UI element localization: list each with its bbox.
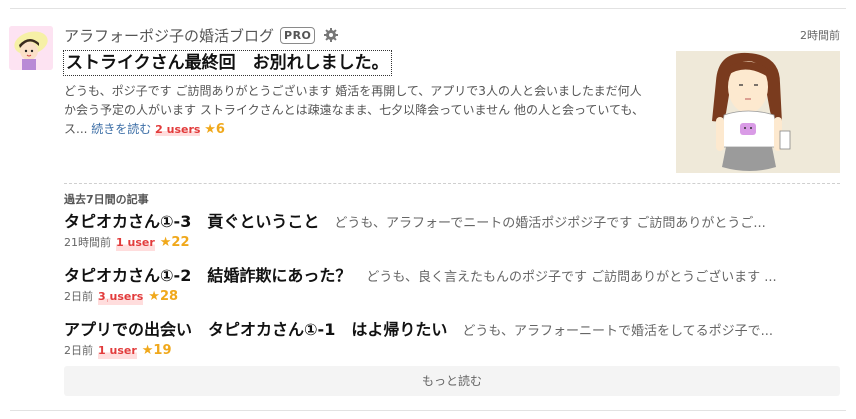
entry-time: 2日前 — [64, 290, 93, 303]
entry-thumbnail[interactable] — [676, 51, 840, 173]
entry-excerpt: どうも、良く言えたもんのポジ子です ご訪問ありがとうございます ... — [366, 270, 777, 285]
bookmark-users-badge[interactable]: 1 user — [116, 235, 155, 251]
entry-time: 2日前 — [64, 344, 93, 357]
entry-line: タピオカさん①-2 結婚詐欺にあった？ どうも、良く言えたもんのポジ子です ご訪… — [64, 265, 840, 289]
star-count[interactable]: ★19 — [142, 343, 172, 359]
recent-entries-label: 過去7日間の記事 — [64, 193, 149, 206]
entry-meta: 2日前 1 user ★19 — [64, 343, 840, 359]
entry-line: タピオカさん①-3 貢ぐということ どうも、アラフォーでニートの婚活ポジポジ子で… — [64, 211, 840, 235]
pro-badge: PRO — [280, 26, 316, 44]
entry-excerpt: どうも、アラフォーニートで婚活をしてるポジ子で... — [462, 324, 774, 339]
bottom-divider — [10, 410, 846, 411]
entry-title-link[interactable]: ストライクさん最終回 お別れしました。 — [63, 50, 392, 76]
entry-excerpt-text: どうも、ポジ子です ご訪問ありがとうございます 婚活を再開して、アプリで3人の人… — [64, 84, 645, 136]
entry-time: 2時間前 — [800, 29, 840, 42]
entry-title-link[interactable]: タピオカさん①-3 貢ぐということ — [64, 212, 319, 231]
bookmark-users-badge[interactable]: 1 user — [98, 343, 137, 359]
star-count[interactable]: ★6 — [204, 122, 225, 137]
list-item: タピオカさん①-3 貢ぐということ どうも、アラフォーでニートの婚活ポジポジ子で… — [64, 211, 840, 251]
top-divider — [10, 8, 846, 9]
entry-title-link[interactable]: アプリでの出会い タピオカさん①-1 はよ帰りたい — [64, 320, 447, 339]
blog-header: アラフォーポジ子の婚活ブログ PRO — [64, 24, 339, 46]
gear-icon[interactable] — [323, 27, 339, 43]
list-item: タピオカさん①-2 結婚詐欺にあった？ どうも、良く言えたもんのポジ子です ご訪… — [64, 265, 840, 305]
entry-time: 21時間前 — [64, 236, 111, 249]
star-count[interactable]: ★28 — [148, 289, 178, 305]
star-count[interactable]: ★22 — [160, 235, 190, 251]
bookmark-users-badge[interactable]: 2 users — [155, 123, 201, 136]
entry-meta: 2日前 3 users ★28 — [64, 289, 840, 305]
read-more-link[interactable]: 続きを読む — [91, 122, 151, 136]
entry-line: アプリでの出会い タピオカさん①-1 はよ帰りたい どうも、アラフォーニートで婚… — [64, 319, 840, 343]
read-more-button[interactable]: もっと読む — [64, 366, 840, 396]
blog-name[interactable]: アラフォーポジ子の婚活ブログ — [64, 25, 274, 46]
blog-avatar[interactable] — [9, 26, 53, 70]
entry-excerpt: どうも、アラフォーでニートの婚活ポジポジ子です ご訪問ありがとうご... — [334, 216, 766, 231]
entry-meta: 21時間前 1 user ★22 — [64, 235, 840, 251]
list-item: アプリでの出会い タピオカさん①-1 はよ帰りたい どうも、アラフォーニートで婚… — [64, 319, 840, 359]
entry-excerpt: どうも、ポジ子です ご訪問ありがとうございます 婚活を再開して、アプリで3人の人… — [64, 82, 650, 139]
entry-title-link[interactable]: タピオカさん①-2 結婚詐欺にあった？ — [64, 266, 351, 285]
section-divider — [64, 183, 840, 184]
bookmark-users-badge[interactable]: 3 users — [98, 289, 144, 305]
